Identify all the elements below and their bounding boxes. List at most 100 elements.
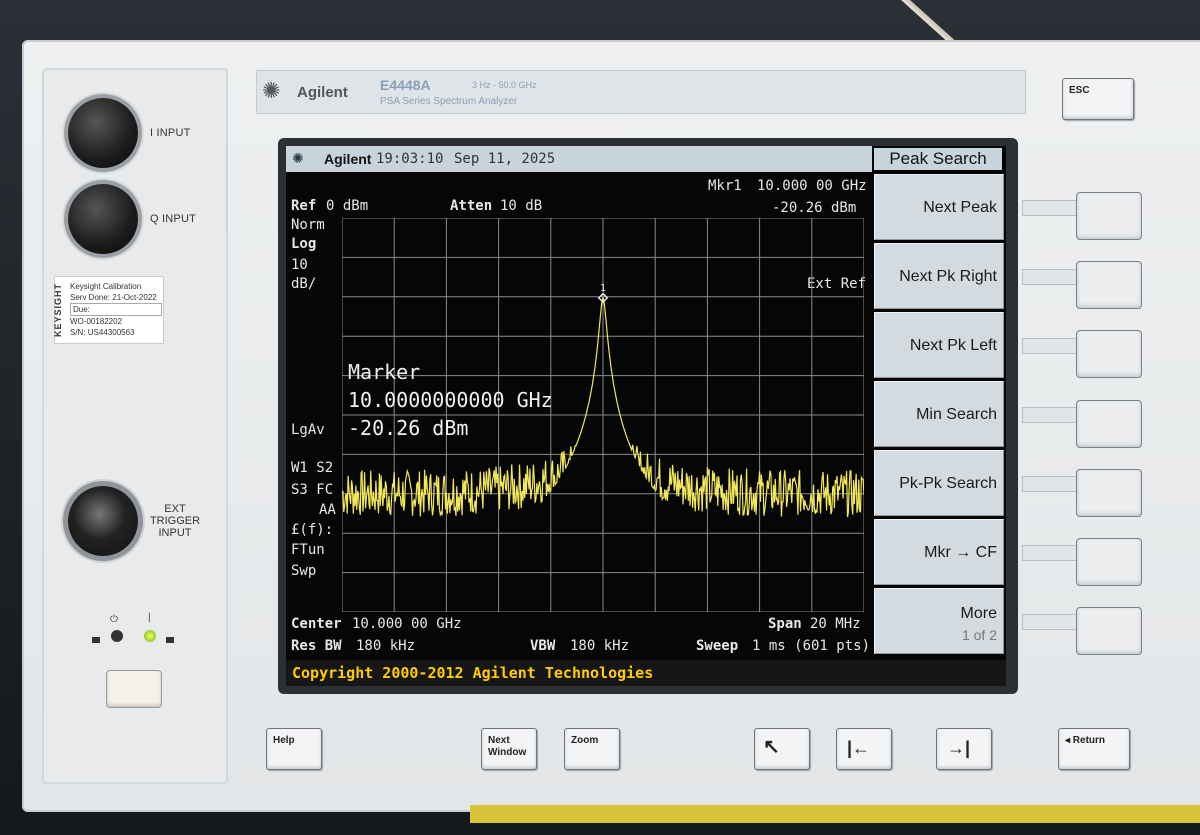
- softkey-7-stem: [1022, 614, 1080, 630]
- softkey-next-pk-right[interactable]: Next Pk Right: [874, 243, 1004, 309]
- arrow-up-left-icon: ↖: [763, 736, 780, 758]
- up-arrow-button[interactable]: ↖: [754, 728, 810, 770]
- softkey-panel: Next Peak Next Pk Right Next Pk Left Min…: [872, 172, 1006, 658]
- calibration-brand: KEYSIGHT: [53, 283, 63, 338]
- standby-led: [111, 630, 123, 642]
- zoom-button[interactable]: Zoom: [564, 728, 620, 770]
- softkey-pk-pk-search[interactable]: Pk-Pk Search: [874, 450, 1004, 516]
- sweep-value: 1 ms (601 pts): [752, 638, 871, 654]
- calibration-due: Due:: [70, 303, 162, 316]
- ref-label: Ref: [291, 198, 317, 214]
- copyright-bar: Copyright 2000-2012 Agilent Technologies: [286, 660, 1006, 686]
- marker-box-title: Marker: [348, 360, 421, 384]
- softkey-6-stem: [1022, 545, 1080, 561]
- atten-value: 10 dB: [500, 198, 543, 214]
- softkey-1-stem: [1022, 200, 1080, 216]
- on-icon: |: [148, 612, 151, 623]
- average-lgav: LgAv: [291, 422, 325, 438]
- softkey-3-stem: [1022, 338, 1080, 354]
- trace-ftun: FTun: [291, 542, 325, 558]
- trace-s3-fc: S3 FC: [291, 482, 334, 498]
- analyzer-display: ✺ Agilent 19:03:10 Sep 11, 2025 Peak Sea…: [286, 146, 1006, 686]
- center-label: Center: [291, 616, 342, 632]
- calibration-title: Keysight Calibration: [70, 282, 142, 291]
- power-button[interactable]: [106, 670, 162, 708]
- detector-norm: Norm: [291, 217, 325, 233]
- softkey-2-stem: [1022, 269, 1080, 285]
- header-series: PSA Series Spectrum Analyzer: [380, 96, 518, 107]
- scale-log: Log: [291, 236, 317, 252]
- i-input-jack[interactable]: [68, 98, 138, 168]
- status-date: Sep 11, 2025: [454, 151, 556, 167]
- hardkey-softkey-1[interactable]: [1076, 192, 1142, 240]
- q-input-label: Q INPUT: [150, 213, 197, 225]
- i-input-label: I INPUT: [150, 127, 191, 139]
- instrument-header: [256, 70, 1026, 114]
- softkey-next-peak[interactable]: Next Peak: [874, 174, 1004, 240]
- header-brand: Agilent: [297, 84, 348, 101]
- atten-label: Atten: [450, 198, 493, 214]
- scale-value: 10: [291, 257, 308, 273]
- tab-left-icon: |←: [847, 738, 871, 758]
- calibration-sn: S/N: US44300563: [70, 328, 135, 337]
- agilent-spark-icon: ✺: [292, 150, 304, 166]
- trace-ff: £(f):: [291, 522, 334, 538]
- hardkey-softkey-4[interactable]: [1076, 400, 1142, 448]
- span-value: 20 MHz: [810, 616, 861, 632]
- status-bar: ✺ Agilent 19:03:10 Sep 11, 2025: [286, 146, 872, 172]
- scale-unit: dB/: [291, 276, 317, 292]
- marker-readout-label: Mkr1: [708, 178, 742, 194]
- help-button[interactable]: Help: [266, 728, 322, 770]
- standby-icon: ⏻: [110, 614, 118, 625]
- hardkey-softkey-7[interactable]: [1076, 607, 1142, 655]
- hardkey-softkey-5[interactable]: [1076, 469, 1142, 517]
- res-bw-label: Res BW: [291, 638, 342, 654]
- calibration-wo: WO-00182202: [70, 317, 123, 326]
- tab-right-icon: →|: [947, 738, 971, 758]
- spectrum-plot[interactable]: 1: [342, 218, 864, 612]
- calibration-serv-done: Serv Done: 21-Oct-2022: [70, 293, 157, 302]
- vbw-label: VBW: [530, 638, 556, 654]
- trace-w1-s2: W1 S2: [291, 460, 334, 476]
- hardkey-softkey-2[interactable]: [1076, 261, 1142, 309]
- on-mark: [166, 637, 174, 643]
- return-button[interactable]: ◂ Return: [1058, 728, 1130, 770]
- center-value: 10.000 00 GHz: [352, 616, 462, 632]
- esc-button[interactable]: ESC: [1062, 78, 1134, 120]
- calibration-sticker: KEYSIGHT Keysight Calibration Serv Done:…: [53, 276, 164, 344]
- softkey-next-pk-left[interactable]: Next Pk Left: [874, 312, 1004, 378]
- tab-left-button[interactable]: |←: [836, 728, 892, 770]
- ref-value: 0 dBm: [326, 198, 369, 214]
- ext-trigger-jack[interactable]: [68, 486, 138, 556]
- sweep-label: Sweep: [696, 638, 739, 654]
- marker-readout-amp: -20.26 dBm: [772, 200, 857, 216]
- status-brand: Agilent: [324, 151, 372, 167]
- hardkey-softkey-3[interactable]: [1076, 330, 1142, 378]
- vbw-value: 180 kHz: [570, 638, 630, 654]
- marker-readout-freq: 10.000 00 GHz: [757, 178, 867, 194]
- header-range: 3 Hz - 50.0 GHz: [472, 80, 537, 90]
- softkey-mkr-to-cf[interactable]: Mkr → CF: [874, 519, 1004, 585]
- plot-grid: [342, 218, 864, 612]
- trace-aa: AA: [319, 502, 336, 518]
- softkey-more[interactable]: More 1 of 2: [874, 588, 1004, 654]
- span-label: Span: [768, 616, 802, 632]
- power-on-led: [144, 630, 156, 642]
- softkey-menu-title: Peak Search: [874, 148, 1002, 170]
- marker-box-amp: -20.26 dBm: [348, 416, 469, 440]
- bench-strip: [470, 805, 1200, 823]
- hardkey-softkey-6[interactable]: [1076, 538, 1142, 586]
- trace-swp: Swp: [291, 563, 317, 579]
- standby-mark: [92, 637, 100, 643]
- header-model: E4448A: [380, 77, 431, 93]
- softkey-4-stem: [1022, 407, 1080, 423]
- softkey-min-search[interactable]: Min Search: [874, 381, 1004, 447]
- q-input-jack[interactable]: [68, 184, 138, 254]
- marker-number: 1: [600, 283, 606, 294]
- marker-box-freq: 10.0000000000 GHz: [348, 388, 553, 412]
- tab-right-button[interactable]: →|: [936, 728, 992, 770]
- next-window-button[interactable]: Next Window: [481, 728, 537, 770]
- agilent-spark-icon: ✺: [262, 78, 281, 103]
- ext-trigger-label: EXT TRIGGER INPUT: [149, 503, 201, 539]
- res-bw-value: 180 kHz: [356, 638, 416, 654]
